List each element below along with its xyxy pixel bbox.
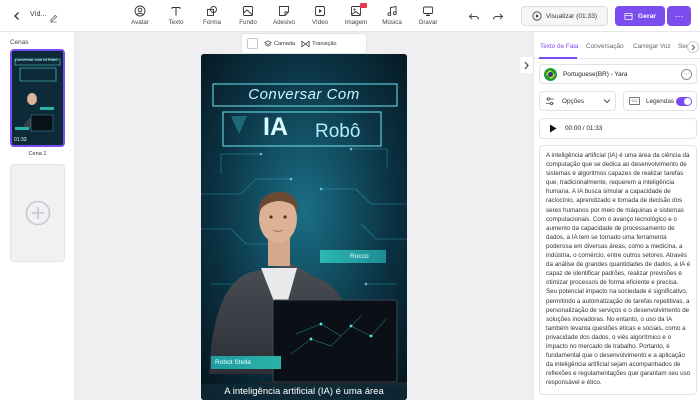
scenes-title: Cenas [10, 39, 29, 46]
document-title[interactable]: Víd... [30, 11, 46, 18]
tool-record-label: Gravar [418, 19, 438, 26]
video-title-robo[interactable]: Robô [315, 121, 360, 143]
play-icon[interactable] [549, 124, 557, 133]
record-icon [423, 6, 433, 16]
scene-thumb-title: Conversar com IA Robô [15, 57, 58, 62]
undo-button[interactable] [468, 10, 480, 28]
plus-circle-icon [25, 200, 50, 226]
script-textarea[interactable]: A inteligência artificial (IA) é uma áre… [539, 145, 697, 395]
captions-toggle[interactable] [676, 97, 692, 106]
video-icon [315, 6, 325, 16]
music-icon [387, 5, 397, 17]
video-title-ia[interactable]: IA [263, 113, 288, 142]
scene-name: Cena 1 [28, 151, 47, 157]
tool-video[interactable]: Vídeo [303, 5, 337, 26]
voice-label: Portuguese(BR) - Yara [563, 70, 628, 78]
tool-image[interactable]: Imagem [339, 3, 373, 26]
script-tabs: Texto de Fala Conversação Carregar Voz S… [534, 32, 700, 59]
scene-thumbnail[interactable]: Conversar com IA Robô 01:33 [10, 49, 65, 147]
preview-label: Visualizar (01:33) [545, 12, 598, 20]
captions-label: Legendas [646, 97, 675, 105]
canvas-toolbar: Camada Transição [242, 34, 366, 53]
tool-shape[interactable]: Forma [195, 5, 229, 26]
background-color-swatch[interactable] [247, 38, 258, 49]
transition-button[interactable]: Transição [301, 40, 337, 48]
tool-background[interactable]: Fundo [231, 5, 265, 26]
transition-label: Transição [312, 40, 337, 47]
edit-title-icon[interactable] [49, 10, 58, 28]
back-button[interactable] [8, 7, 26, 25]
tab-conversation[interactable]: Conversação [586, 43, 624, 50]
avatar-icon [134, 5, 146, 17]
tool-video-label: Vídeo [311, 19, 329, 26]
options-label: Opções [562, 97, 585, 105]
tool-text[interactable]: Texto [159, 5, 193, 26]
scene-preview-image [12, 51, 63, 145]
tool-sticker-label: Adesivo [272, 19, 295, 26]
brazil-flag-icon [544, 67, 557, 81]
redo-icon [493, 13, 504, 20]
undo-icon [468, 13, 479, 20]
scenes-panel: Cenas Conversar com IA Robô 01:33 Cena 1 [0, 32, 75, 400]
voice-selector[interactable]: Portuguese(BR) - Yara ··· [539, 64, 697, 84]
more-options-button[interactable]: ⋯ [667, 6, 691, 26]
script-panel: Texto de Fala Conversação Carregar Voz S… [533, 32, 700, 400]
preview-button[interactable]: Visualizar (01:33) [521, 6, 608, 26]
tab-upload-voice[interactable]: Carregar Voz [633, 43, 671, 50]
video-title-line1[interactable]: Conversar Com [201, 86, 407, 103]
cc-icon: CC [629, 97, 640, 105]
redo-button[interactable] [492, 10, 504, 28]
top-toolbar: Víd... Avatar Texto Forma Fundo Adesivo … [0, 0, 700, 32]
tool-sticker[interactable]: Adesivo [267, 5, 301, 26]
layers-icon [264, 39, 272, 47]
options-dropdown[interactable]: Opções [539, 91, 616, 111]
tool-shape-label: Forma [203, 19, 221, 26]
name-tag-stella[interactable]: Robot Stella [211, 356, 281, 369]
add-scene-button[interactable] [10, 164, 65, 262]
tool-background-label: Fundo [239, 19, 257, 26]
scene-duration: 01:33 [14, 137, 27, 143]
video-background [201, 54, 407, 400]
film-icon [624, 12, 633, 20]
sliders-icon [546, 96, 554, 105]
active-tab-indicator [539, 57, 577, 59]
chevron-right-icon [691, 44, 696, 50]
more-icon: ⋯ [674, 10, 684, 21]
tabs-next-button[interactable] [687, 41, 699, 53]
tool-music[interactable]: Música [375, 5, 409, 26]
voice-more-icon[interactable]: ··· [681, 69, 692, 80]
text-icon [171, 7, 181, 16]
chevron-right-icon [524, 61, 529, 69]
new-badge [360, 3, 367, 8]
tool-avatar[interactable]: Avatar [123, 5, 157, 26]
layer-button[interactable]: Camada [264, 39, 296, 48]
chevron-left-icon [14, 12, 19, 20]
play-circle-icon [532, 11, 542, 21]
layer-label: Camada [274, 40, 296, 47]
generate-label: Gerar [637, 12, 657, 20]
collapse-panel-button[interactable] [520, 57, 533, 73]
tab-speech-text[interactable]: Texto de Fala [540, 43, 578, 50]
background-icon [243, 6, 253, 16]
time-display: 00:00 / 01:33 [565, 125, 603, 132]
editor-app: Víd... Avatar Texto Forma Fundo Adesivo … [0, 0, 700, 400]
audio-player: 00:00 / 01:33 [539, 118, 697, 139]
canvas-area: Camada Transição Conversar Com IA Robô R… [75, 32, 533, 400]
tool-text-label: Texto [168, 19, 184, 26]
generate-button[interactable]: Gerar [615, 6, 665, 26]
captions-control: CC Legendas [623, 91, 697, 111]
transition-icon [301, 40, 310, 47]
shape-icon [207, 6, 217, 16]
video-caption[interactable]: A inteligência artificial (IA) é uma áre… [201, 386, 407, 397]
chevron-down-icon [603, 99, 611, 104]
tool-image-label: Imagem [344, 19, 368, 26]
tool-avatar-label: Avatar [131, 19, 149, 26]
video-canvas[interactable]: Conversar Com IA Robô Rocco Robot Stella… [201, 54, 407, 400]
tool-music-label: Música [382, 19, 402, 26]
name-tag-rocco[interactable]: Rocco [320, 250, 386, 263]
tool-record[interactable]: Gravar [411, 5, 445, 26]
sticker-icon [279, 6, 289, 16]
